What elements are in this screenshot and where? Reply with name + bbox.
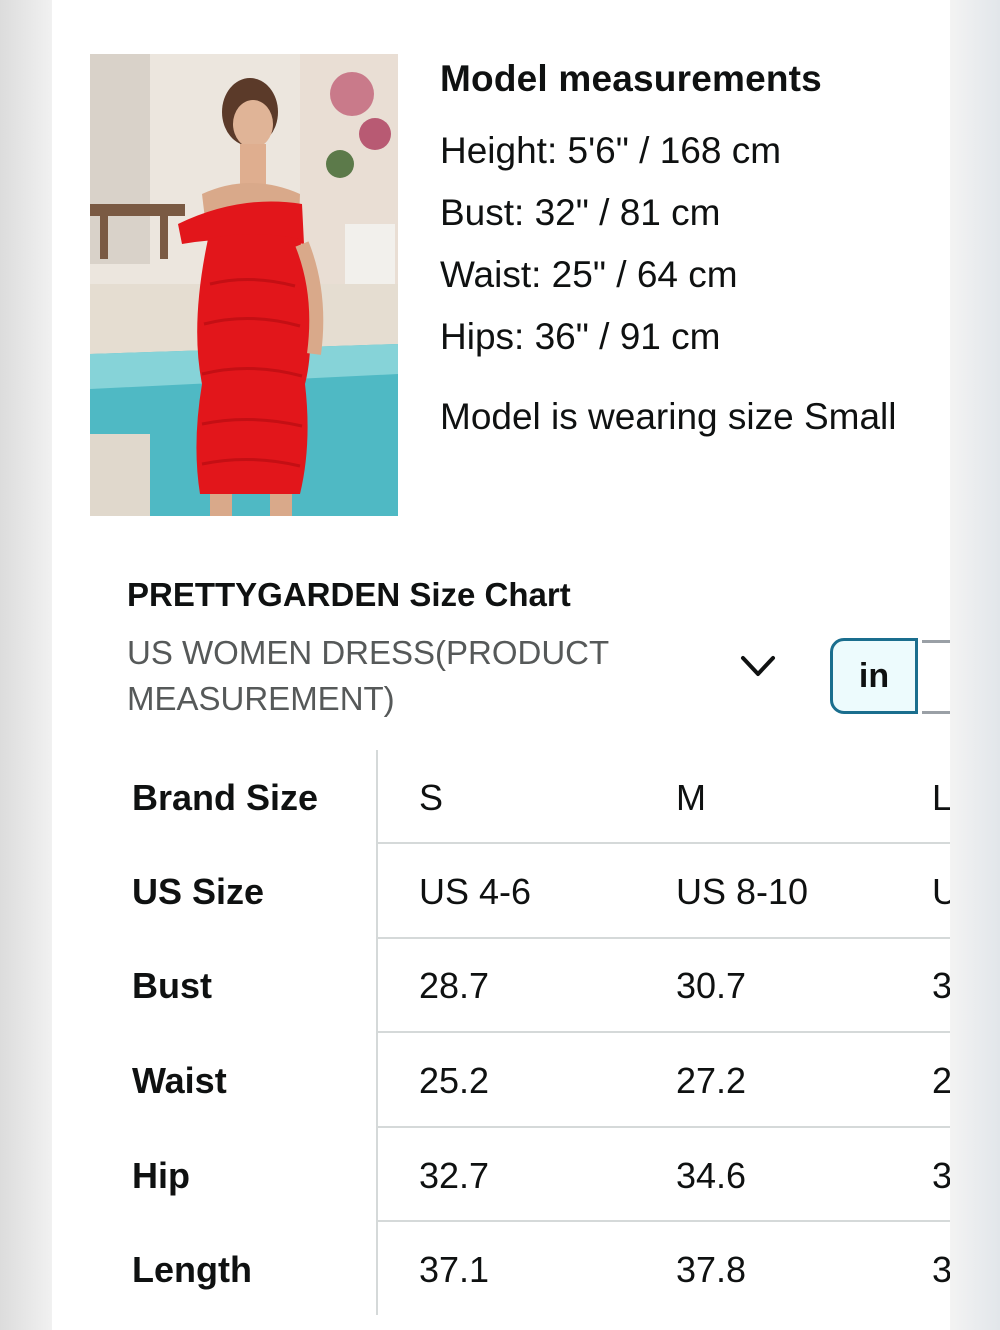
model-measurements-title: Model measurements	[440, 58, 822, 99]
cell-brand-size-l: L	[932, 777, 950, 818]
row-separator	[378, 842, 950, 844]
model-photo	[90, 54, 398, 516]
row-label-length: Length	[132, 1249, 252, 1290]
backdrop-right	[950, 0, 1000, 1330]
cell-waist-m: 27.2	[676, 1060, 747, 1101]
cell-us-size-m: US 8-10	[676, 871, 809, 912]
cell-brand-size-m: M	[676, 777, 706, 818]
size-chart-sheet: Model measurements Height: 5'6" / 168 cm…	[52, 0, 950, 1330]
cell-length-l: 3	[932, 1249, 950, 1290]
unit-cm-button[interactable]	[922, 640, 950, 714]
row-separator	[378, 1031, 950, 1033]
cell-length-s: 37.1	[419, 1249, 490, 1290]
model-hips: Hips: 36" / 91 cm	[440, 316, 721, 357]
cell-waist-s: 25.2	[419, 1060, 490, 1101]
model-waist: Waist: 25" / 64 cm	[440, 254, 738, 295]
row-label-brand-size: Brand Size	[132, 777, 319, 818]
row-label-bust: Bust	[132, 965, 212, 1006]
row-label-waist: Waist	[132, 1060, 227, 1101]
size-category-dropdown[interactable]: US WOMEN DRESS(PRODUCT MEASUREMENT)	[127, 630, 647, 722]
row-label-hip: Hip	[132, 1155, 190, 1196]
cell-us-size-s: US 4-6	[419, 871, 532, 912]
row-separator	[378, 1220, 950, 1222]
row-label-us-size: US Size	[132, 871, 265, 912]
row-separator	[378, 1126, 950, 1128]
cell-hip-l: 3	[932, 1155, 950, 1196]
cell-hip-s: 32.7	[419, 1155, 490, 1196]
row-separator	[378, 937, 950, 939]
model-bust: Bust: 32" / 81 cm	[440, 192, 721, 233]
unit-in-button[interactable]: in	[830, 638, 918, 714]
cell-length-m: 37.8	[676, 1249, 747, 1290]
size-chart-title: PRETTYGARDEN Size Chart	[127, 576, 571, 613]
cell-waist-l: 2	[932, 1060, 950, 1101]
chevron-down-icon[interactable]	[740, 655, 776, 679]
cell-bust-l: 3	[932, 965, 950, 1006]
cell-us-size-l: U	[932, 871, 950, 912]
cell-bust-s: 28.7	[419, 965, 490, 1006]
model-height: Height: 5'6" / 168 cm	[440, 130, 782, 171]
backdrop-left	[0, 0, 52, 1330]
unit-toggle: in	[830, 638, 950, 718]
cell-bust-m: 30.7	[676, 965, 747, 1006]
cell-hip-m: 34.6	[676, 1155, 747, 1196]
cell-brand-size-s: S	[419, 777, 444, 818]
model-wearing-size: Model is wearing size Small	[440, 396, 897, 437]
